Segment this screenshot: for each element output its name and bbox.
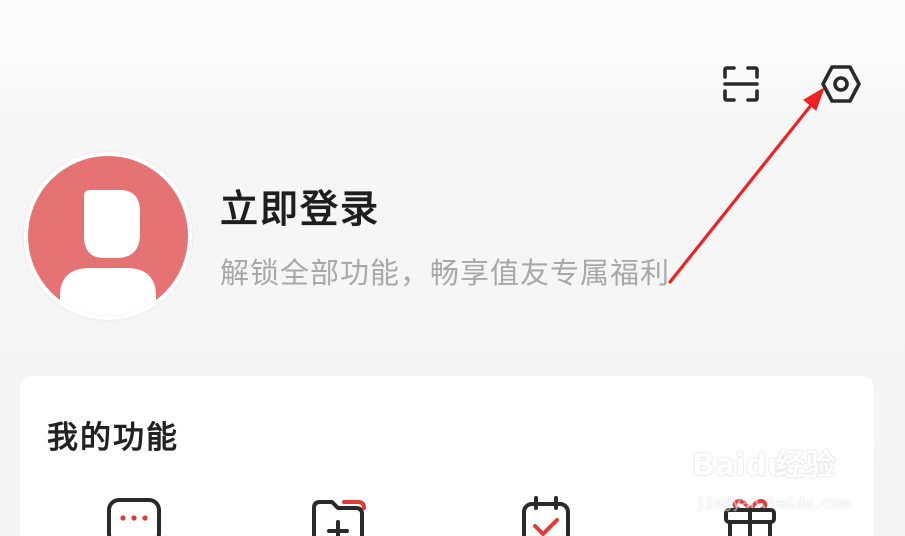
folder-add-icon: [312, 500, 366, 536]
function-folder[interactable]: [308, 494, 368, 536]
paw-icon: du: [745, 448, 789, 483]
clipboard-check-icon: [522, 496, 570, 536]
watermark-url: jingyan.baidu.com: [696, 494, 850, 512]
login-title[interactable]: 立即登录: [220, 178, 380, 233]
default-avatar-icon: [28, 156, 188, 316]
watermark-logo: Baidu经验: [692, 448, 836, 483]
settings-button[interactable]: [815, 58, 867, 110]
function-messages[interactable]: [104, 494, 164, 536]
my-functions-title: 我的功能: [47, 420, 179, 456]
avatar[interactable]: [24, 152, 192, 320]
function-checkin[interactable]: [516, 494, 576, 536]
message-dots-icon: [107, 498, 161, 536]
top-band: [0, 0, 905, 66]
login-subtitle: 解锁全部功能，畅享值友专属福利: [220, 256, 671, 290]
settings-hexagon-icon: [821, 65, 861, 103]
scan-button[interactable]: [716, 60, 766, 108]
scan-icon: [723, 66, 759, 102]
baidu-jingyan-watermark: Baidu经验 jingyan.baidu.com: [692, 440, 862, 530]
